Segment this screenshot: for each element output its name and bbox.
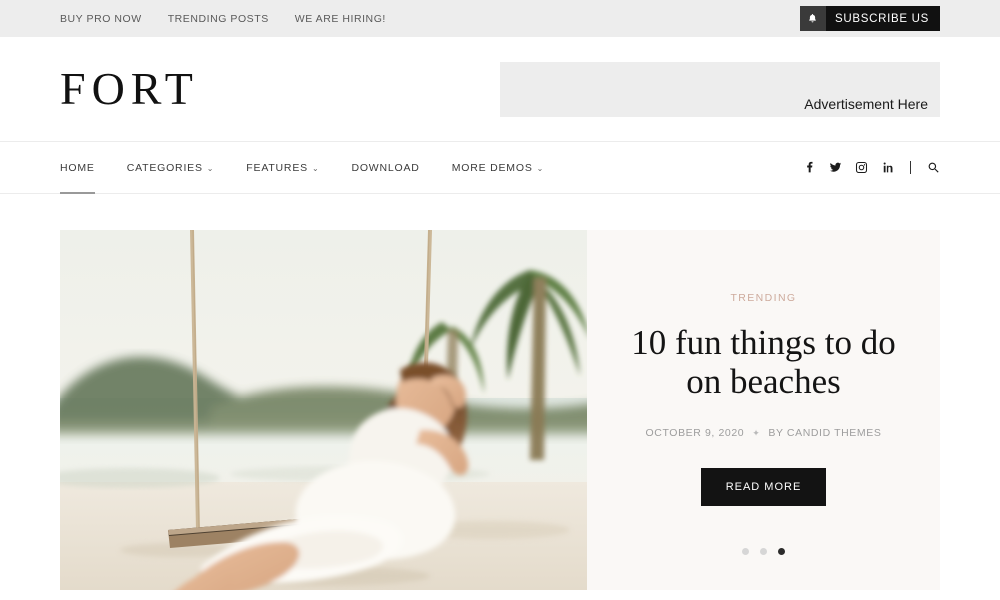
subscribe-button[interactable]: SUBSCRIBE US [799, 6, 940, 31]
hero-post-title[interactable]: 10 fun things to do on beaches [615, 323, 912, 401]
slider-dot-3[interactable] [778, 548, 785, 556]
hero-category-label[interactable]: TRENDING [730, 292, 796, 304]
nav-item-more-demos-label: MORE DEMOS [451, 161, 533, 174]
hero-post-author[interactable]: BY CANDID THEMES [768, 427, 881, 439]
linkedin-icon[interactable] [881, 161, 894, 174]
read-more-button[interactable]: READ MORE [700, 468, 827, 507]
slider-dots [742, 548, 785, 556]
main-navigation: HOME CATEGORIES ⌄ FEATURES ⌄ DOWNLOAD MO… [0, 141, 1000, 194]
slider-dot-1[interactable] [742, 548, 749, 556]
instagram-icon[interactable] [855, 161, 868, 174]
nav-divider [910, 161, 911, 174]
slider-dot-2[interactable] [760, 548, 767, 556]
chevron-down-icon: ⌄ [536, 163, 545, 173]
topbar-link-we-are-hiring[interactable]: WE ARE HIRING! [295, 13, 386, 25]
top-bar-links: BUY PRO NOW TRENDING POSTS WE ARE HIRING… [60, 13, 386, 25]
chevron-down-icon: ⌄ [206, 163, 215, 173]
nav-item-home[interactable]: HOME [60, 141, 111, 194]
nav-item-home-label: HOME [60, 161, 95, 174]
hero-slider: TRENDING 10 fun things to do on beaches … [60, 230, 940, 590]
hero-beach-illustration [60, 230, 587, 590]
twitter-icon[interactable] [829, 161, 842, 174]
nav-item-categories-label: CATEGORIES [126, 161, 203, 174]
topbar-link-buy-pro-now[interactable]: BUY PRO NOW [60, 13, 142, 25]
nav-item-categories[interactable]: CATEGORIES ⌄ [111, 141, 231, 194]
hero-post-meta: OCTOBER 9, 2020 ✦ BY CANDID THEMES [646, 427, 882, 439]
nav-item-features[interactable]: FEATURES ⌄ [230, 141, 335, 194]
hero-content-panel: TRENDING 10 fun things to do on beaches … [587, 230, 940, 590]
hero-post-date: OCTOBER 9, 2020 [645, 427, 745, 440]
subscribe-wrapper: SUBSCRIBE US [799, 6, 940, 31]
search-icon[interactable] [927, 161, 940, 174]
facebook-icon[interactable] [803, 161, 816, 174]
bell-icon [799, 6, 826, 31]
top-bar: BUY PRO NOW TRENDING POSTS WE ARE HIRING… [0, 0, 1000, 37]
advertisement-banner[interactable]: Advertisement Here [500, 61, 940, 117]
site-header: FORT Advertisement Here [0, 37, 1000, 141]
nav-menu: HOME CATEGORIES ⌄ FEATURES ⌄ DOWNLOAD MO… [60, 141, 560, 194]
subscribe-label: SUBSCRIBE US [834, 12, 929, 25]
chevron-down-icon: ⌄ [311, 163, 320, 173]
topbar-link-trending-posts[interactable]: TRENDING POSTS [168, 13, 269, 25]
nav-item-download-label: DOWNLOAD [351, 161, 420, 174]
site-logo[interactable]: FORT [60, 66, 199, 112]
nav-item-download[interactable]: DOWNLOAD [335, 141, 435, 194]
meta-separator-icon: ✦ [752, 427, 761, 438]
social-links [803, 161, 940, 174]
advertisement-label: Advertisement Here [804, 95, 928, 112]
nav-item-more-demos[interactable]: MORE DEMOS ⌄ [436, 141, 560, 194]
nav-item-features-label: FEATURES [246, 161, 308, 174]
hero-image[interactable] [60, 230, 587, 590]
